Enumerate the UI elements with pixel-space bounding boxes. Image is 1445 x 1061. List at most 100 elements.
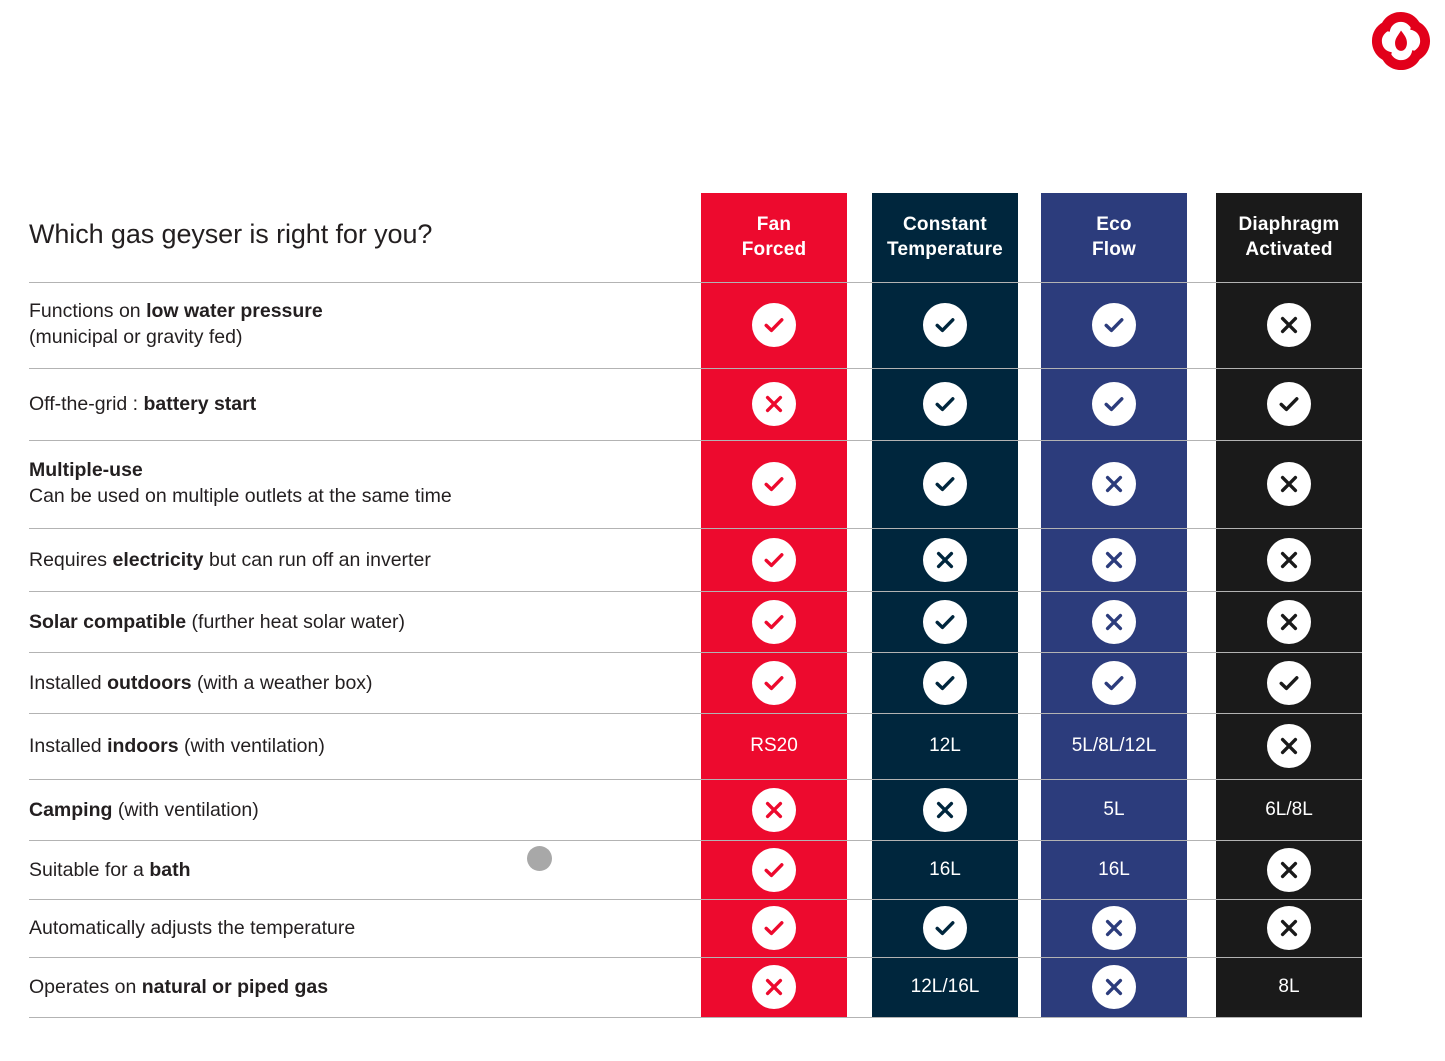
row-label-emphasis: natural or piped gas	[141, 976, 329, 998]
cross-icon	[1267, 303, 1311, 347]
cross-icon	[1092, 599, 1136, 644]
cell-constant	[872, 368, 1018, 440]
cell-constant	[872, 528, 1018, 591]
cell-fan	[701, 528, 847, 591]
cross-icon	[1267, 847, 1311, 892]
cell-eco	[1041, 652, 1187, 713]
row-label-line1: Installed outdoors (with a weather box)	[29, 671, 373, 694]
cell-diaphragm	[1216, 440, 1362, 528]
column-header-fan-forced: Fan Forced	[701, 193, 847, 282]
cross-icon	[1092, 537, 1136, 582]
cross-icon	[1267, 599, 1311, 644]
column-header-line1: Fan	[756, 214, 792, 236]
row-label-line1: Camping (with ventilation)	[29, 798, 259, 821]
row-label-line1: Solar compatible (further heat solar wat…	[29, 610, 406, 633]
cross-icon	[1092, 906, 1136, 950]
cell-value-text: 12L	[929, 735, 961, 756]
cursor-dot	[527, 846, 552, 871]
cross-icon	[1267, 537, 1311, 582]
cell-diaphragm	[1216, 591, 1362, 652]
check-icon	[752, 847, 796, 892]
row-label: Camping (with ventilation)	[29, 797, 679, 823]
cell-constant: 12L	[872, 713, 1018, 779]
cell-constant	[872, 899, 1018, 957]
cell-eco	[1041, 899, 1187, 957]
cell-fan: RS20	[701, 713, 847, 779]
cell-fan	[701, 779, 847, 840]
cell-value-text: 5L/8L/12L	[1071, 735, 1157, 756]
cell-diaphragm	[1216, 368, 1362, 440]
cell-constant	[872, 591, 1018, 652]
row-label-line1: Requires electricity but can run off an …	[29, 548, 431, 571]
check-icon	[752, 303, 796, 347]
row-label: Automatically adjusts the temperature	[29, 915, 679, 941]
cross-icon	[923, 537, 967, 582]
column-header-line1: Eco	[1096, 214, 1132, 236]
column-header-line1: Diaphragm	[1238, 214, 1340, 236]
cell-diaphragm	[1216, 528, 1362, 591]
cell-value-text: 5L	[1103, 798, 1125, 820]
cell-eco	[1041, 591, 1187, 652]
cell-diaphragm: 8L	[1216, 957, 1362, 1017]
column-header-line2: Forced	[741, 238, 807, 260]
cell-fan	[701, 368, 847, 440]
cross-icon	[752, 382, 796, 426]
check-icon	[1267, 660, 1311, 705]
cell-eco: 16L	[1041, 840, 1187, 899]
row-label-emphasis: Solar compatible	[29, 610, 187, 633]
cell-constant	[872, 779, 1018, 840]
cell-constant: 16L	[872, 840, 1018, 899]
cell-eco	[1041, 440, 1187, 528]
cell-value-text: RS20	[750, 735, 798, 756]
cell-value-text: 16L	[1098, 858, 1130, 880]
row-label: Suitable for a bath	[29, 857, 679, 883]
row-label-emphasis: bath	[149, 858, 191, 881]
check-icon	[923, 906, 967, 950]
cell-fan	[701, 440, 847, 528]
column-header-line2: Flow	[1091, 238, 1137, 260]
check-icon	[923, 660, 967, 705]
cell-fan	[701, 899, 847, 957]
cell-fan	[701, 957, 847, 1017]
cell-value-text: 12L/16L	[910, 976, 980, 997]
cell-eco	[1041, 368, 1187, 440]
cell-value-text: 8L	[1278, 976, 1300, 997]
check-icon	[1092, 303, 1136, 347]
cell-diaphragm	[1216, 652, 1362, 713]
cell-diaphragm: 6L/8L	[1216, 779, 1362, 840]
cell-fan	[701, 840, 847, 899]
row-label-emphasis: outdoors	[107, 671, 192, 694]
row-label-line2: Can be used on multiple outlets at the s…	[29, 485, 452, 508]
row-label-emphasis: low water pressure	[146, 300, 323, 322]
check-icon	[1092, 382, 1136, 426]
cross-icon	[1092, 462, 1136, 506]
row-label: Operates on natural or piped gas	[29, 974, 679, 1000]
column-header-line2: Activated	[1245, 238, 1333, 260]
check-icon	[752, 537, 796, 582]
check-icon	[752, 906, 796, 950]
cross-icon	[1267, 724, 1311, 768]
row-label-emphasis: battery start	[143, 393, 257, 415]
cell-constant	[872, 440, 1018, 528]
cell-eco	[1041, 282, 1187, 368]
cross-icon	[752, 965, 796, 1009]
check-icon	[923, 303, 967, 347]
cross-icon	[923, 787, 967, 832]
check-icon	[1092, 660, 1136, 705]
check-icon	[923, 462, 967, 506]
check-icon	[752, 462, 796, 506]
row-label: Multiple-use Can be used on multiple outl…	[29, 457, 679, 510]
cell-diaphragm	[1216, 840, 1362, 899]
check-icon	[923, 382, 967, 426]
cell-fan	[701, 282, 847, 368]
row-label: Requires electricity but can run off an …	[29, 547, 679, 573]
cell-eco	[1041, 528, 1187, 591]
cell-constant: 12L/16L	[872, 957, 1018, 1017]
row-label-line1: Installed indoors (with ventilation)	[29, 735, 325, 757]
cell-diaphragm	[1216, 282, 1362, 368]
check-icon	[923, 599, 967, 644]
row-label-line2: (municipal or gravity fed)	[29, 326, 243, 349]
row-label-emphasis: Camping	[29, 798, 113, 821]
cell-value-text: 16L	[929, 858, 961, 880]
page-title: Which gas geyser is right for you?	[29, 219, 433, 249]
